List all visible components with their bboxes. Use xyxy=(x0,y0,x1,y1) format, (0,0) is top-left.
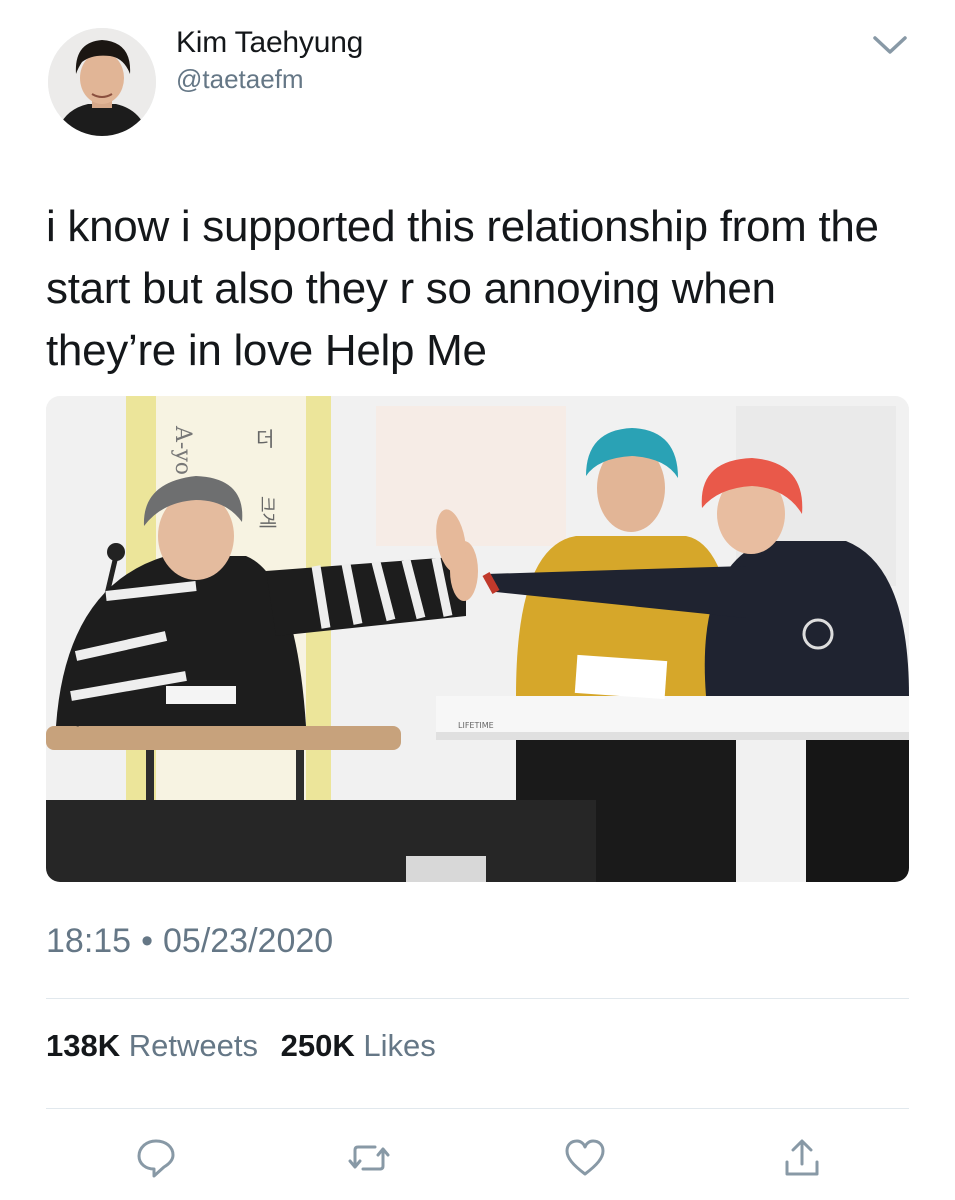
poster-text: 더 xyxy=(256,427,274,451)
display-name[interactable]: Kim Taehyung xyxy=(176,26,363,60)
likes-count: 250K xyxy=(280,1028,355,1063)
likes-label: Likes xyxy=(363,1028,436,1063)
divider xyxy=(46,998,909,999)
heart-icon[interactable] xyxy=(563,1136,607,1180)
tweet-text: i know i supported this relationship fro… xyxy=(46,202,879,375)
retweets-label: Retweets xyxy=(128,1028,258,1063)
tweet-timestamp: 18:15 • 05/23/2020 xyxy=(46,922,333,961)
timestamp-separator: • xyxy=(141,922,153,960)
divider xyxy=(46,1108,909,1109)
avatar-image xyxy=(48,28,156,136)
tweet-time: 18:15 xyxy=(46,922,132,960)
avatar[interactable] xyxy=(48,28,156,136)
share-icon[interactable] xyxy=(780,1136,824,1180)
poster-text: 크게 xyxy=(256,496,277,529)
table-label: LIFETIME xyxy=(458,721,494,730)
user-handle[interactable]: @taetaefm xyxy=(176,64,304,95)
tweet-stats: 138K Retweets 250K Likes xyxy=(46,1028,436,1064)
reply-icon[interactable] xyxy=(134,1136,178,1180)
tweet-date: 05/23/2020 xyxy=(163,922,334,960)
retweet-icon[interactable] xyxy=(347,1136,391,1180)
likes-stat[interactable]: 250K Likes xyxy=(281,1028,436,1063)
tweet-media[interactable]: A-yo 더 크게 LIFETIME xyxy=(46,396,909,882)
chevron-down-icon[interactable] xyxy=(870,30,910,60)
retweets-stat[interactable]: 138K Retweets xyxy=(46,1028,258,1063)
media-photo: A-yo 더 크게 LIFETIME xyxy=(46,396,909,882)
retweets-count: 138K xyxy=(46,1028,121,1063)
poster-text: A-yo xyxy=(170,425,195,475)
